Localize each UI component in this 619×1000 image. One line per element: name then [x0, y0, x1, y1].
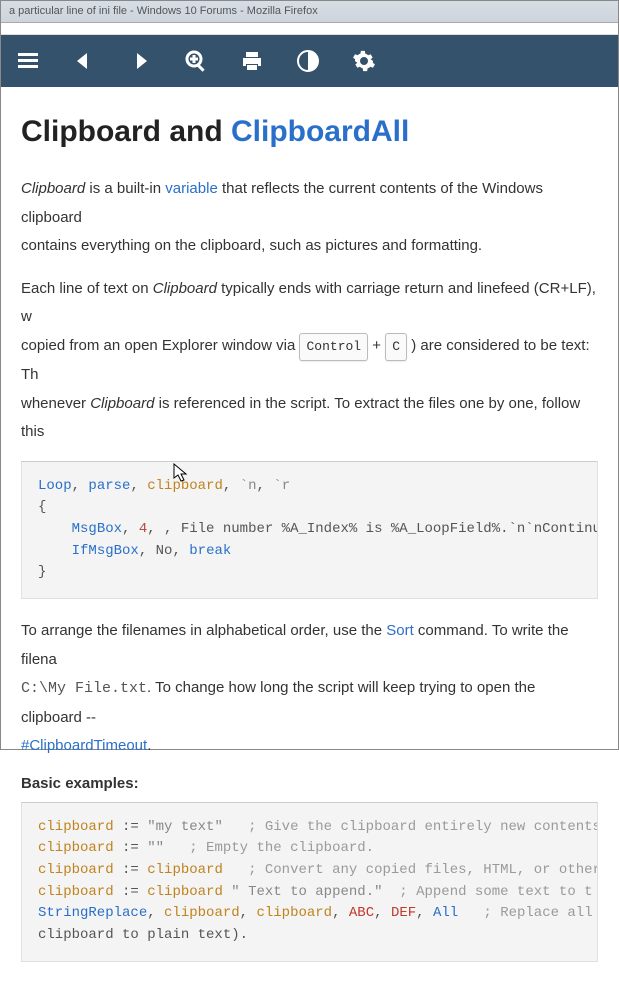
- variable-link[interactable]: variable: [165, 180, 218, 197]
- clipboard-em: Clipboard: [21, 180, 85, 197]
- window-title: a particular line of ini file - Windows …: [9, 5, 318, 17]
- title-link[interactable]: ClipboardAll: [231, 115, 409, 148]
- code-block-loop: Loop, parse, clipboard, `n, `r { MsgBox,…: [21, 461, 598, 599]
- print-icon[interactable]: [235, 44, 269, 78]
- zoom-icon[interactable]: [179, 44, 213, 78]
- code-block-examples: clipboard := "my text" ; Give the clipbo…: [21, 802, 598, 962]
- sort-link[interactable]: Sort: [386, 622, 414, 639]
- paragraph-sort: To arrange the filenames in alphabetical…: [21, 617, 598, 761]
- inline-path: C:\My File.txt: [21, 680, 147, 697]
- contrast-icon[interactable]: [291, 44, 325, 78]
- paragraph-crlf: Each line of text on Clipboard typically…: [21, 275, 598, 447]
- page-content: Clipboard and ClipboardAll Clipboard is …: [1, 87, 618, 1000]
- gear-icon[interactable]: [347, 44, 381, 78]
- browser-chrome-strip: [1, 23, 618, 35]
- clipboard-timeout-link[interactable]: #ClipboardTimeout: [21, 737, 147, 754]
- kbd-control: Control: [299, 333, 368, 362]
- title-plain: Clipboard and: [21, 115, 231, 148]
- toolbar: [1, 35, 618, 87]
- page-title: Clipboard and ClipboardAll: [21, 115, 598, 149]
- window-titlebar: a particular line of ini file - Windows …: [1, 1, 618, 23]
- forward-icon[interactable]: [123, 44, 157, 78]
- kbd-c: C: [385, 333, 407, 362]
- paragraph-intro: Clipboard is a built-in variable that re…: [21, 175, 598, 261]
- basic-examples-heading: Basic examples:: [21, 775, 598, 792]
- menu-icon[interactable]: [11, 44, 45, 78]
- back-icon[interactable]: [67, 44, 101, 78]
